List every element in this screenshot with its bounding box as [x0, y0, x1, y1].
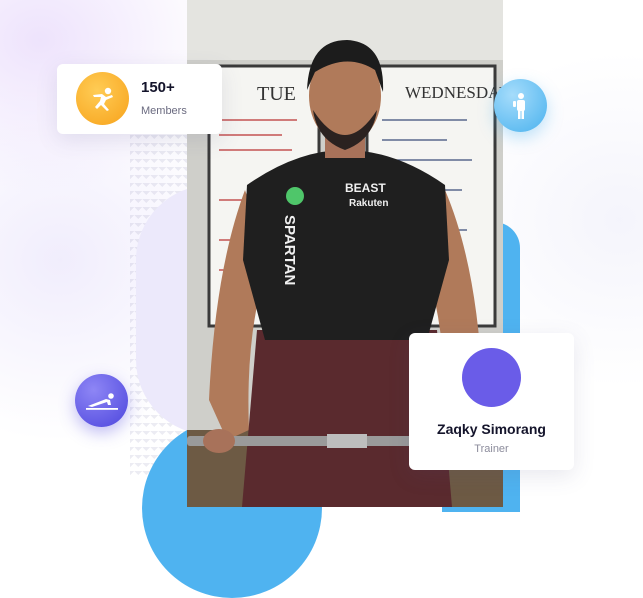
running-kick-icon: [76, 72, 129, 125]
pushup-icon: [75, 374, 128, 427]
trainer-name: Zaqky Simorang: [437, 421, 546, 437]
board-right-heading: WEDNESDAY: [405, 83, 503, 102]
board-left-heading: TUE: [257, 83, 296, 105]
shirt-sponsor-line1: BEAST: [345, 181, 386, 195]
members-card: 150+ Members: [57, 64, 222, 134]
shirt-sponsor-line2: Rakuten: [349, 198, 388, 209]
trainer-card: Zaqky Simorang Trainer: [409, 333, 574, 470]
members-label: Members: [141, 105, 187, 117]
shirt-logo-text: SPARTAN: [281, 215, 298, 285]
avatar: [462, 348, 521, 407]
trainer-role: Trainer: [474, 443, 509, 455]
standing-person-icon: [494, 79, 547, 132]
members-count: 150+: [141, 79, 175, 96]
